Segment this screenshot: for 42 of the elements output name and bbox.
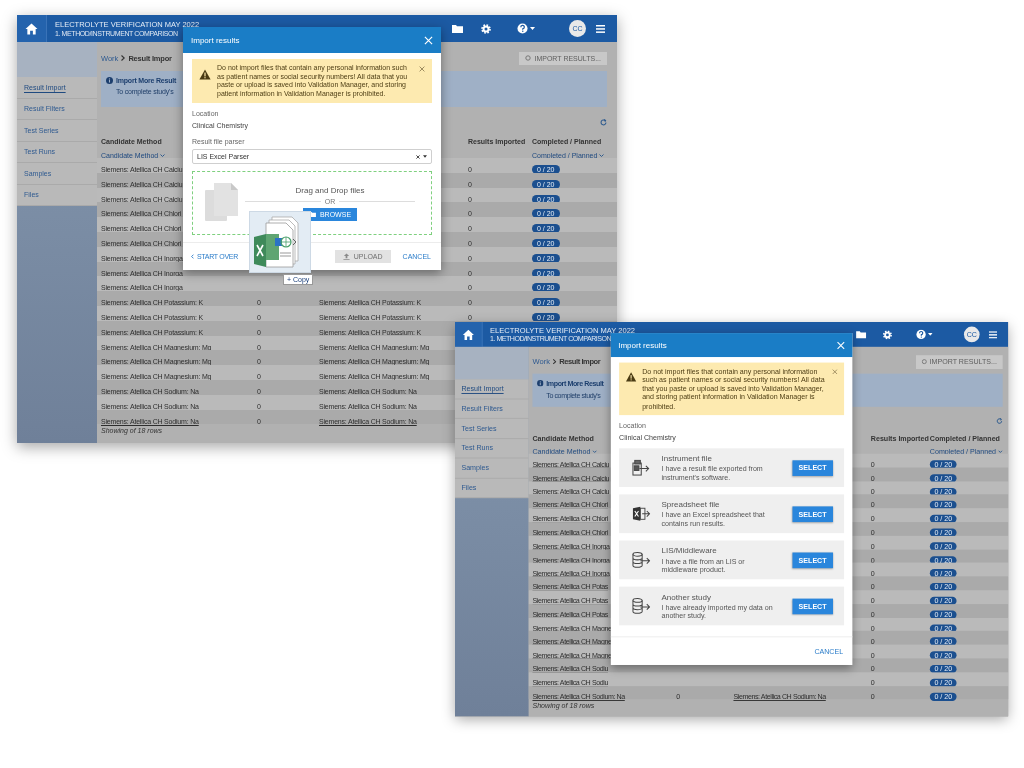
dialog-title: Import results <box>618 340 667 350</box>
menu-icon[interactable] <box>988 330 998 339</box>
settings-icon[interactable] <box>481 23 491 34</box>
home-button[interactable] <box>17 15 47 42</box>
warning-icon <box>199 69 211 80</box>
caret-icon <box>928 333 933 336</box>
help-button[interactable] <box>517 23 535 34</box>
chevron-down-icon <box>599 154 605 157</box>
option-title: Instrument file <box>661 453 713 464</box>
chevron-left-icon <box>191 254 194 260</box>
option-title: Spreadsheet file <box>661 499 721 510</box>
close-icon[interactable] <box>419 66 425 72</box>
chevron-right-icon <box>552 358 557 365</box>
help-icon <box>916 329 927 340</box>
home-icon <box>462 328 475 340</box>
clear-icon[interactable] <box>416 154 420 159</box>
folder-icon[interactable] <box>856 330 867 339</box>
folder-icon[interactable] <box>452 24 463 33</box>
menu-icon[interactable] <box>596 24 605 33</box>
info-icon <box>106 77 113 84</box>
database-export-icon <box>632 597 651 615</box>
info-icon <box>537 380 544 387</box>
help-button[interactable] <box>916 329 933 340</box>
spreadsheet-export-icon <box>632 505 651 523</box>
chevron-down-icon <box>997 450 1003 453</box>
database-export-icon <box>632 551 651 569</box>
home-button[interactable] <box>455 322 483 347</box>
chevron-down-icon <box>160 154 166 157</box>
option-title: LIS/Middleware <box>661 546 718 556</box>
home-icon <box>25 22 38 35</box>
upload-icon <box>342 253 350 261</box>
warning-icon <box>625 371 637 382</box>
caret-icon <box>530 27 535 30</box>
dialog-title: Import results <box>191 35 240 45</box>
option-title: Another study <box>661 592 712 602</box>
chevron-right-icon <box>121 55 126 61</box>
settings-icon[interactable] <box>882 329 893 340</box>
drop-text: Drag and Drop files <box>295 185 365 195</box>
chevron-down-icon <box>592 450 597 453</box>
instrument-export-icon <box>632 459 651 477</box>
files-icon <box>205 183 239 224</box>
help-icon <box>517 23 528 34</box>
